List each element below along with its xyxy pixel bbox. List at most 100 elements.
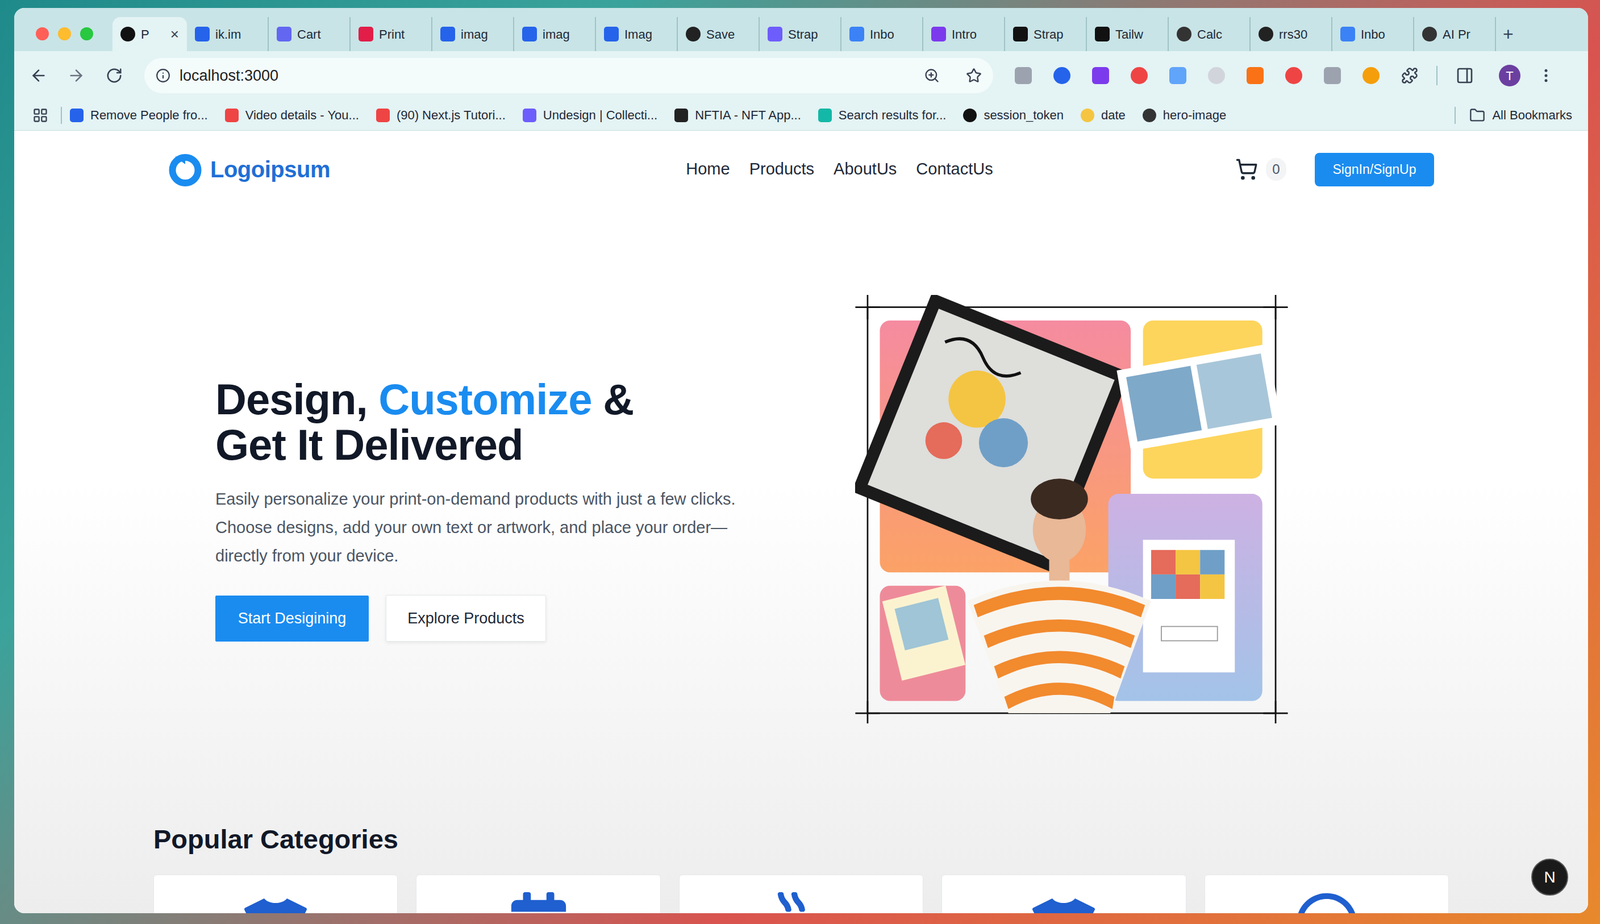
reload-icon[interactable] <box>105 67 123 85</box>
tab-favicon-icon <box>276 26 292 42</box>
new-tab-button[interactable]: + <box>1502 17 1514 52</box>
category-card[interactable] <box>415 874 661 914</box>
hero-text: Design,Customize&Get It DeliveredEasily … <box>215 376 856 643</box>
extensions-puzzle-icon[interactable] <box>1401 67 1419 85</box>
start-designing-button[interactable]: Start Desigining <box>215 595 369 642</box>
browser-tab[interactable]: Imag <box>596 17 678 52</box>
extension-icon[interactable] <box>1207 67 1225 85</box>
nav-link[interactable]: Products <box>749 156 815 182</box>
bookmark-label: hero-image <box>1163 105 1227 125</box>
bookmark-label: date <box>1101 105 1126 125</box>
extension-icon[interactable] <box>1323 67 1341 85</box>
nav-link[interactable]: AboutUs <box>833 156 897 182</box>
menu-icon[interactable] <box>1537 67 1555 85</box>
bookmark-item[interactable]: (90) Next.js Tutori... <box>376 105 506 125</box>
browser-tab[interactable]: Inbo <box>841 17 924 52</box>
signin-signup-button[interactable]: SignIn/SignUp <box>1314 152 1435 187</box>
browser-tab[interactable]: rrs30 <box>1250 17 1333 52</box>
browser-tab[interactable]: Intro <box>923 17 1006 52</box>
bookmark-item[interactable]: NFTIA - NFT App... <box>674 105 802 125</box>
category-card[interactable] <box>1204 874 1449 914</box>
bookmark-favicon-icon <box>1142 108 1157 123</box>
hero-title-line: Design,Customize& <box>215 376 856 423</box>
bookmark-star-icon[interactable] <box>965 67 982 84</box>
address-bar[interactable]: localhost:3000 <box>144 57 994 94</box>
extension-icon[interactable] <box>1285 67 1303 85</box>
back-icon[interactable] <box>29 66 48 85</box>
bookmark-label: NFTIA - NFT App... <box>694 105 802 125</box>
tab-label: Calc <box>1197 25 1242 44</box>
category-card[interactable] <box>941 874 1186 914</box>
browser-tab[interactable]: imag <box>514 17 597 52</box>
browser-tab[interactable]: Strap <box>759 17 842 52</box>
browser-tab[interactable]: Cart <box>268 17 351 52</box>
toolbar-divider <box>1436 65 1438 86</box>
zoom-icon[interactable] <box>923 67 940 84</box>
tab-favicon-icon <box>1340 26 1356 42</box>
extension-icon[interactable] <box>1092 67 1110 85</box>
nav-link[interactable]: ContactUs <box>915 156 993 182</box>
tab-list: P×ik.imCartPrintimagimagImagSaveStrapInb… <box>112 17 1514 52</box>
tab-label: Inbo <box>869 25 915 44</box>
apps-grid-icon[interactable] <box>32 107 49 124</box>
bookmark-item[interactable]: Video details - You... <box>225 105 360 125</box>
bookmark-item[interactable]: Remove People fro... <box>69 105 208 125</box>
tab-favicon-icon <box>685 26 701 42</box>
tab-label: Strap <box>788 25 833 44</box>
browser-tab[interactable]: Calc <box>1168 17 1251 52</box>
side-panel-icon[interactable] <box>1455 66 1474 85</box>
browser-tab[interactable]: AI Pr <box>1414 17 1497 52</box>
category-icon <box>1032 892 1095 914</box>
explore-products-button[interactable]: Explore Products <box>385 594 547 643</box>
web-page: LogoipsumHomeProductsAboutUsContactUs0Si… <box>14 130 1589 914</box>
bookmark-item[interactable]: hero-image <box>1142 105 1227 125</box>
bookmark-item[interactable]: session_token <box>963 105 1064 125</box>
browser-tab[interactable]: Tailw <box>1086 17 1169 52</box>
extension-icon[interactable] <box>1130 67 1148 85</box>
extension-icon[interactable] <box>1053 67 1071 85</box>
toolbar: localhost:3000 T <box>14 51 1589 100</box>
tab-label: ik.im <box>215 25 260 44</box>
browser-tab[interactable]: Strap <box>1005 17 1087 52</box>
tab-favicon-icon <box>849 26 865 42</box>
bookmarks-divider <box>60 106 62 124</box>
tab-label: rrs30 <box>1278 25 1324 44</box>
browser-tab[interactable]: Print <box>350 17 433 52</box>
extension-icon[interactable] <box>1169 67 1187 85</box>
tab-label: Save <box>706 25 751 44</box>
bookmark-item[interactable]: Search results for... <box>818 105 947 125</box>
category-card[interactable] <box>678 874 924 914</box>
bookmarks-bar: Remove People fro... Video details - You.… <box>14 100 1589 131</box>
browser-tab[interactable]: Inbo <box>1332 17 1415 52</box>
category-card[interactable] <box>153 874 398 914</box>
close-window-button[interactable] <box>35 27 49 41</box>
tab-favicon-icon <box>767 26 783 42</box>
tab-favicon-icon <box>1176 26 1192 42</box>
desktop: P×ik.imCartPrintimagimagImagSaveStrapInb… <box>0 0 1600 924</box>
forward-icon[interactable] <box>67 66 86 85</box>
site-logo[interactable]: Logoipsum <box>168 152 331 187</box>
browser-tab[interactable]: P× <box>112 17 187 52</box>
hero-description: Easily personalize your print-on-demand … <box>215 484 761 570</box>
bookmark-favicon-icon <box>818 108 832 123</box>
all-bookmarks-button[interactable]: All Bookmarks <box>1469 105 1573 125</box>
nav-link[interactable]: Home <box>685 156 730 182</box>
maximize-window-button[interactable] <box>80 27 94 41</box>
bookmark-item[interactable]: date <box>1080 105 1126 125</box>
cart-icon[interactable] <box>1235 157 1258 181</box>
minimize-window-button[interactable] <box>57 27 72 41</box>
browser-tab[interactable]: imag <box>432 17 515 52</box>
hero-buttons: Start Desigining Explore Products <box>215 594 856 643</box>
extension-icon[interactable] <box>1362 67 1380 85</box>
profile-avatar[interactable]: T <box>1498 64 1521 87</box>
extension-icon[interactable] <box>1246 67 1264 85</box>
nextjs-dev-indicator[interactable]: N <box>1531 858 1569 896</box>
bookmark-item[interactable]: Undesign | Collecti... <box>522 105 658 125</box>
browser-tab[interactable]: ik.im <box>186 17 269 52</box>
address-text[interactable]: localhost:3000 <box>179 64 915 88</box>
tab-close-button[interactable]: × <box>170 26 179 42</box>
site-info-icon[interactable] <box>155 68 171 83</box>
tab-favicon-icon <box>522 26 537 42</box>
browser-tab[interactable]: Save <box>677 17 760 52</box>
extension-icon[interactable] <box>1014 67 1032 85</box>
